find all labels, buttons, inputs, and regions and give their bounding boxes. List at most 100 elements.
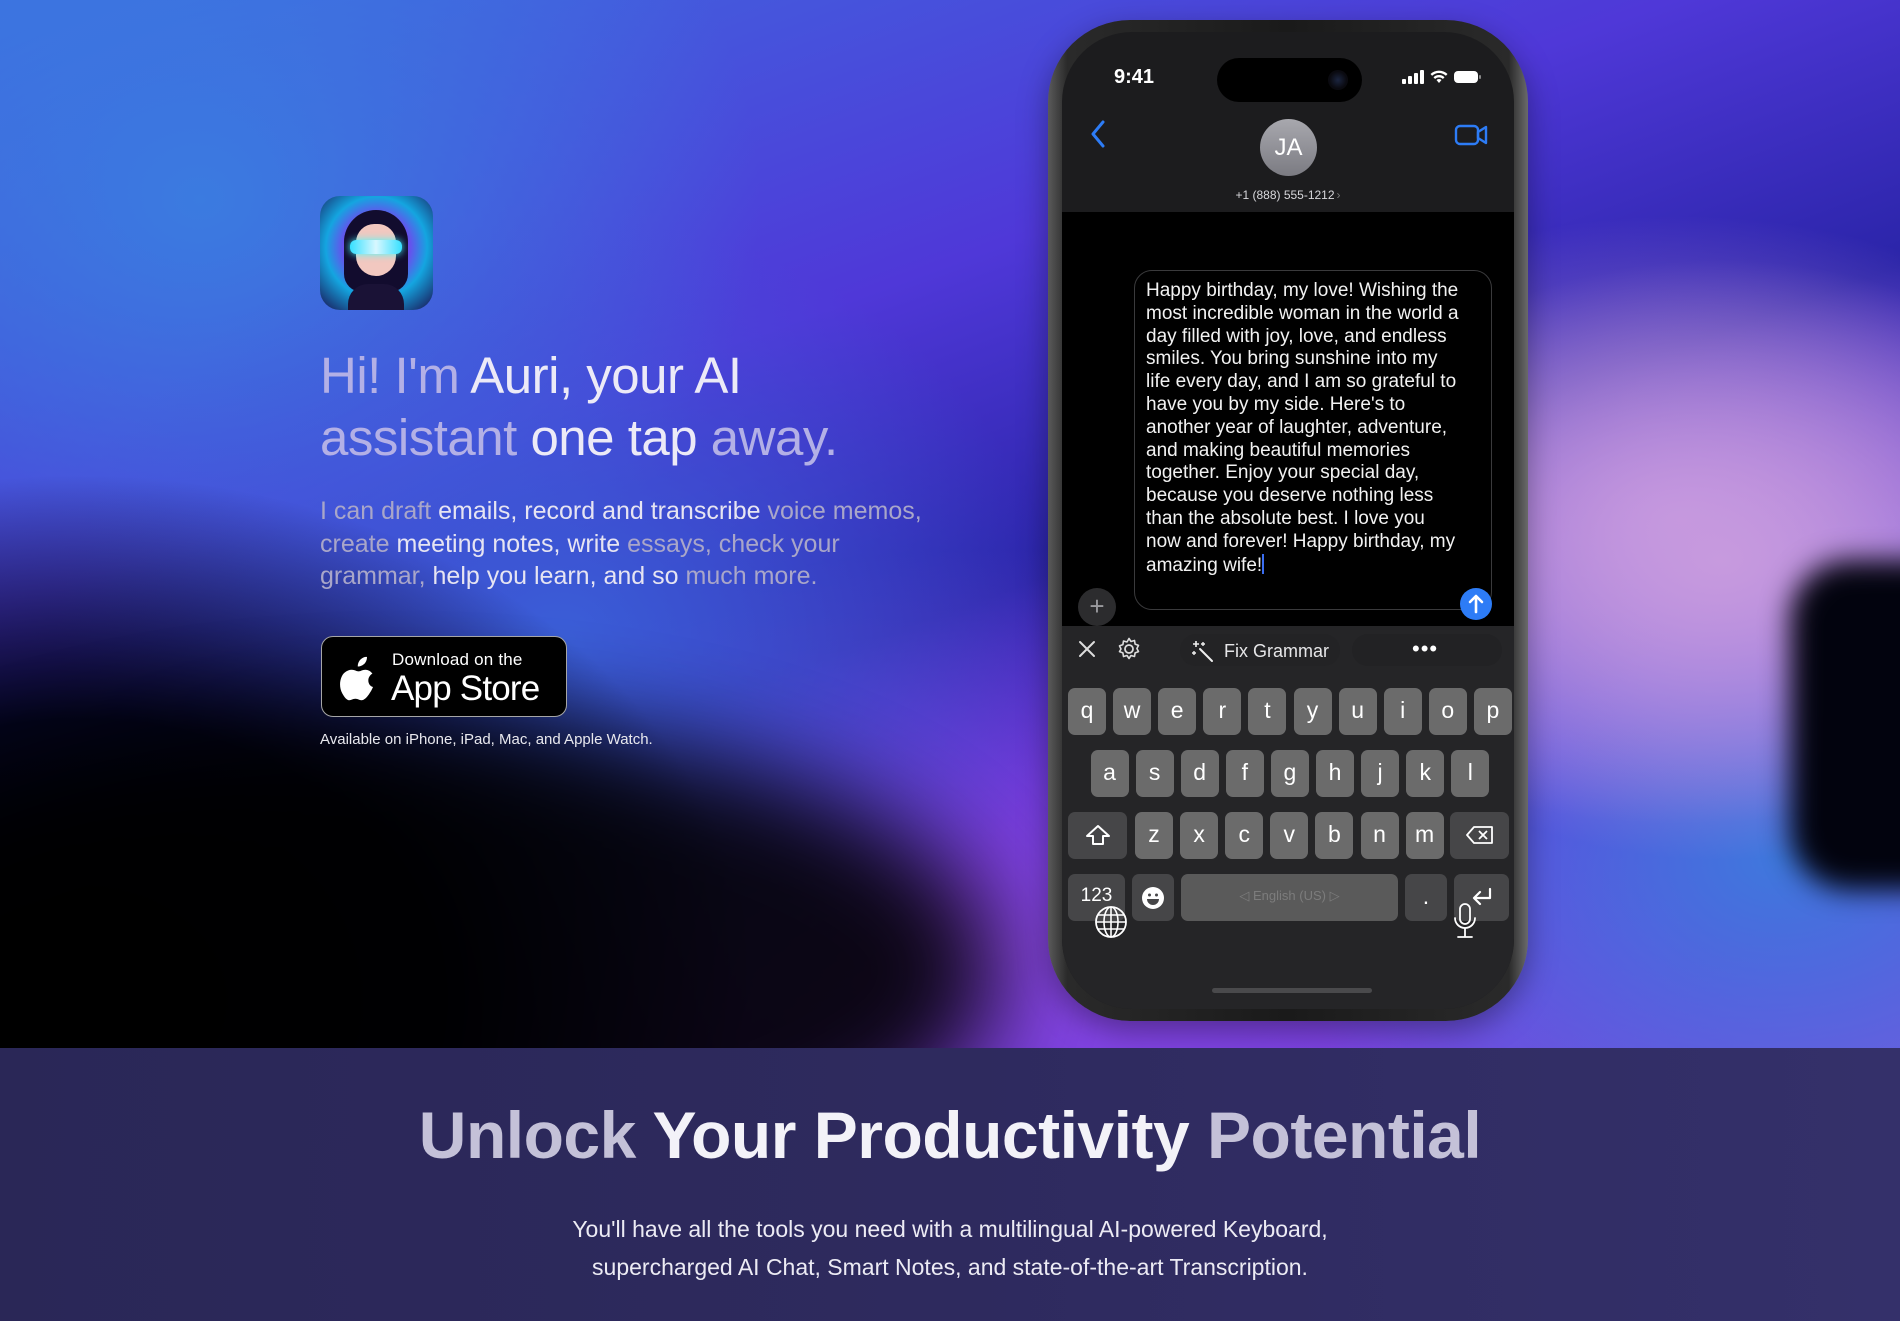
send-button[interactable]	[1460, 588, 1492, 620]
key-z[interactable]: z	[1135, 812, 1173, 859]
emoji-key[interactable]	[1132, 874, 1174, 921]
features-subtitle: You'll have all the tools you need with …	[0, 1210, 1900, 1286]
phone-mockup: 9:41 JA +1 (888) 555-1212 › Happy birthda…	[1048, 20, 1528, 1021]
appstore-big-label: App Store	[391, 669, 540, 708]
headline-text: Hi! I'm	[320, 347, 471, 404]
cellular-signal-icon	[1402, 70, 1424, 84]
key-l[interactable]: l	[1451, 750, 1490, 797]
key-o[interactable]: o	[1428, 688, 1467, 735]
lead-text: grammar,	[320, 562, 433, 590]
phone-screen: 9:41 JA +1 (888) 555-1212 › Happy birthda…	[1062, 32, 1514, 1009]
contact-number-text: +1 (888) 555-1212	[1235, 188, 1335, 202]
status-time: 9:41	[1114, 66, 1155, 88]
gear-icon[interactable]	[1116, 636, 1142, 662]
subtitle-line: supercharged AI Chat, Smart Notes, and s…	[592, 1254, 1308, 1280]
emoji-icon	[1142, 887, 1164, 909]
key-f[interactable]: f	[1225, 750, 1264, 797]
headline-text: away.	[710, 409, 838, 466]
background-shape	[0, 720, 1000, 1048]
backspace-icon	[1465, 826, 1493, 844]
message-compose-text[interactable]: Happy birthday, my love! Wishing the mos…	[1146, 280, 1461, 577]
lead-text: I can	[320, 497, 382, 525]
keyboard-toolbar: Fix Grammar •••	[1062, 626, 1514, 676]
fix-grammar-button[interactable]: Fix Grammar	[1180, 634, 1340, 666]
title-text: Potential	[1207, 1098, 1482, 1172]
headline-text: one tap	[530, 409, 711, 466]
hero-description: I can draft emails, record and transcrib…	[320, 495, 940, 593]
keyboard: Fix Grammar ••• qwertyuiop asdfghjkl zxc…	[1062, 626, 1514, 1009]
dynamic-island	[1217, 58, 1362, 102]
shift-key[interactable]	[1068, 812, 1127, 859]
subtitle-line: You'll have all the tools you need with …	[572, 1216, 1328, 1242]
period-key[interactable]: .	[1405, 874, 1447, 921]
delete-key[interactable]	[1450, 812, 1509, 859]
key-t[interactable]: t	[1248, 688, 1287, 735]
key-n[interactable]: n	[1360, 812, 1399, 859]
key-e[interactable]: e	[1158, 688, 1197, 735]
key-j[interactable]: j	[1361, 750, 1400, 797]
globe-icon[interactable]	[1094, 905, 1128, 939]
key-w[interactable]: w	[1113, 688, 1152, 735]
home-indicator[interactable]	[1212, 988, 1372, 993]
key-v[interactable]: v	[1270, 812, 1309, 859]
title-text: Your Productivity	[652, 1098, 1207, 1172]
key-g[interactable]: g	[1270, 750, 1309, 797]
key-q[interactable]: q	[1068, 688, 1106, 735]
key-m[interactable]: m	[1405, 812, 1444, 859]
space-key[interactable]: ◁ English (US) ▷	[1181, 874, 1398, 921]
contact-avatar[interactable]: JA	[1260, 119, 1317, 176]
microphone-icon[interactable]	[1452, 902, 1478, 940]
lead-text: help you learn, and so	[432, 562, 686, 590]
contact-number[interactable]: +1 (888) 555-1212 ›	[1062, 188, 1514, 202]
key-r[interactable]: r	[1203, 688, 1242, 735]
key-c[interactable]: c	[1225, 812, 1264, 859]
close-icon[interactable]	[1076, 638, 1098, 660]
avatar-body	[348, 284, 404, 310]
chevron-right-icon: ›	[1336, 188, 1341, 202]
key-u[interactable]: u	[1338, 688, 1377, 735]
magic-wand-icon	[1192, 641, 1213, 662]
shift-icon	[1085, 825, 1110, 845]
add-attachment-button[interactable]: +	[1078, 588, 1116, 626]
app-icon	[320, 196, 433, 310]
headline-text: assistant	[320, 409, 531, 466]
fix-grammar-label: Fix Grammar	[1224, 641, 1329, 661]
lead-text: voice memos,	[767, 497, 922, 525]
camera-icon	[1328, 70, 1348, 90]
key-b[interactable]: b	[1315, 812, 1354, 859]
video-call-icon[interactable]	[1454, 122, 1488, 148]
wifi-icon	[1430, 70, 1448, 83]
background-shape	[1790, 560, 1900, 890]
key-h[interactable]: h	[1316, 750, 1354, 797]
appstore-small-label: Download on the	[392, 650, 523, 669]
status-icons	[1402, 70, 1481, 84]
lead-text: create	[320, 529, 397, 558]
key-a[interactable]: a	[1090, 750, 1129, 797]
key-i[interactable]: i	[1383, 688, 1422, 735]
apple-logo-icon	[340, 656, 373, 701]
app-store-download-button[interactable]: Download on the App Store	[321, 636, 567, 717]
lead-text: draft	[381, 497, 439, 525]
key-d[interactable]: d	[1180, 750, 1219, 797]
hero-section: Hi! I'm Auri, your AI assistant one tap …	[0, 0, 1900, 1048]
availability-note: Available on iPhone, iPad, Mac, and Appl…	[320, 731, 653, 748]
key-y[interactable]: y	[1293, 688, 1332, 735]
more-options-button[interactable]: •••	[1352, 634, 1502, 666]
key-p[interactable]: p	[1473, 688, 1512, 735]
compose-text: Happy birthday, my love! Wishing the mos…	[1146, 280, 1459, 576]
back-chevron-icon[interactable]	[1090, 120, 1106, 154]
key-s[interactable]: s	[1135, 750, 1174, 797]
key-x[interactable]: x	[1180, 812, 1219, 859]
headline-text: Auri, your AI	[470, 347, 742, 404]
battery-icon	[1454, 71, 1481, 83]
key-k[interactable]: k	[1406, 750, 1445, 797]
features-title: Unlock Your Productivity Potential	[0, 1097, 1900, 1173]
lead-text: essays, check your	[627, 529, 840, 558]
avatar-visor	[350, 240, 402, 254]
text-caret	[1262, 553, 1265, 574]
lead-text: meeting notes, write	[396, 529, 628, 558]
title-text: Unlock	[418, 1098, 653, 1172]
hero-headline: Hi! I'm Auri, your AI assistant one tap …	[320, 345, 960, 469]
arrow-up-icon	[1468, 594, 1484, 614]
more-icon: •••	[1412, 636, 1439, 661]
